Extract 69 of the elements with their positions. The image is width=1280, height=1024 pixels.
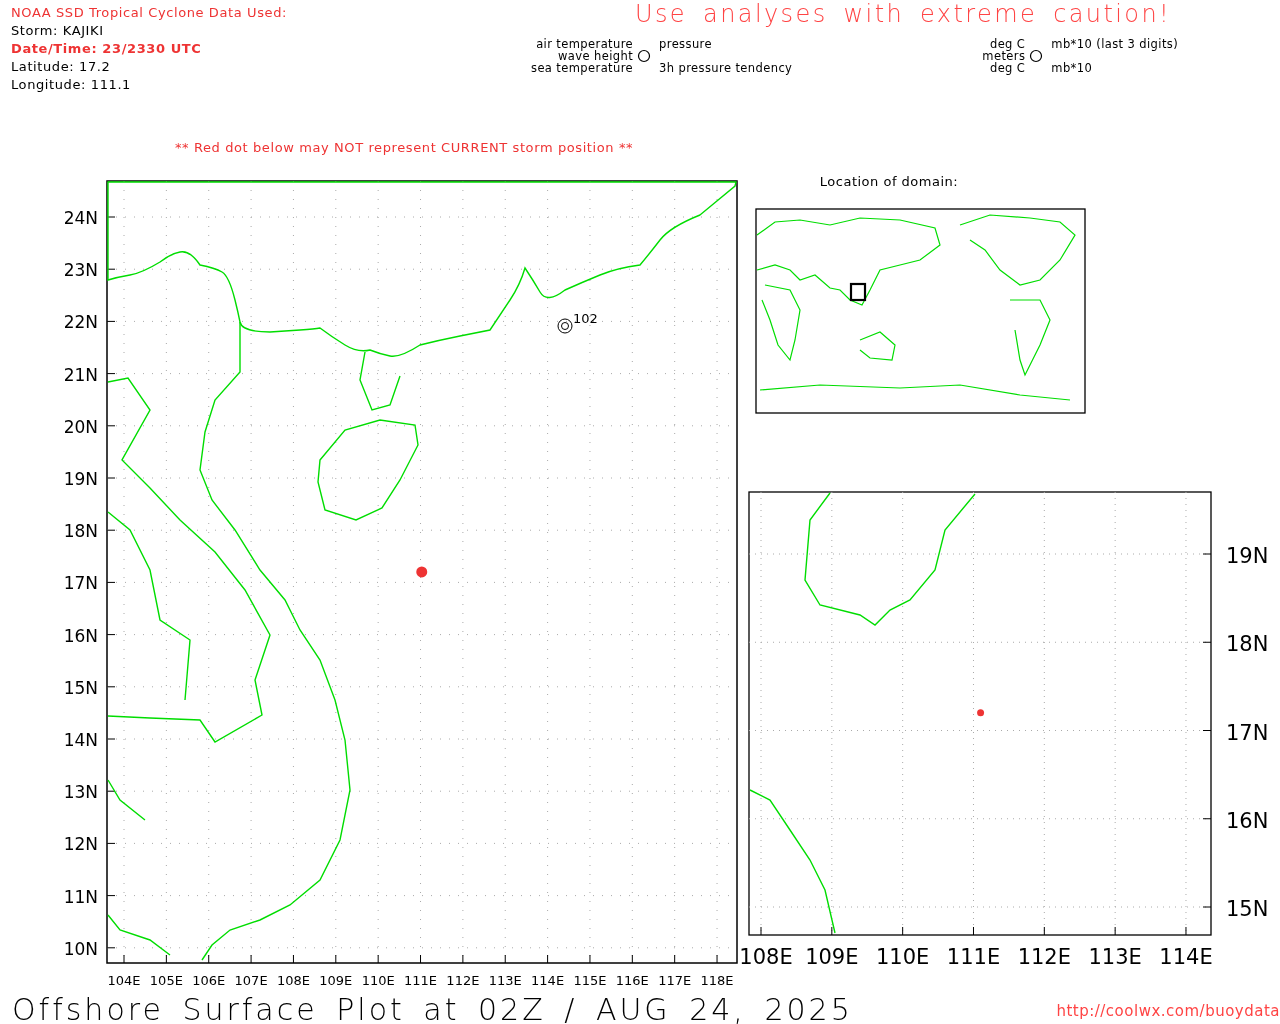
latitude-label: 16N — [1226, 808, 1269, 833]
legend-text: 3h pressure tendency — [659, 62, 793, 74]
latitude-label: 19N — [63, 469, 98, 489]
latitude-label: 15N — [63, 677, 98, 698]
longitude-label: 118E — [700, 973, 734, 988]
domain-map-title: Location of domain: — [819, 174, 959, 189]
longitude-label: 116E — [615, 973, 649, 988]
storm-name: Storm: KAJIKI — [11, 22, 105, 40]
station-marker-icon — [557, 318, 573, 334]
legend-text: wave height — [558, 50, 634, 62]
legend-text: mb*10 (last 3 digits) — [1051, 38, 1179, 50]
latitude-label: 19N — [1226, 544, 1269, 568]
longitude-label: 107E — [234, 973, 268, 988]
latitude-label: 13N — [63, 782, 98, 803]
latitude-label: 11N — [63, 886, 98, 907]
latitude-label: 17N — [1226, 720, 1269, 745]
longitude-label: 109E — [805, 945, 859, 969]
longitude-label: 112E — [446, 973, 480, 988]
legend-text: pressure — [659, 38, 713, 50]
source-link[interactable]: http://coolwx.com/buoydata — [1056, 1002, 1280, 1024]
latitude-label: 21N — [63, 364, 98, 385]
caution-heading: Use analyses with extreme caution! — [635, 0, 1173, 30]
longitude-label: 104E — [107, 973, 141, 988]
longitude-label: 114E — [1159, 945, 1213, 969]
legend-text: deg C — [989, 38, 1026, 50]
longitude-label: 109E — [319, 973, 353, 988]
warning-note: ** Red dot below may NOT represent CURRENT storm position ** — [174, 140, 635, 157]
longitude-label: 108E — [276, 973, 310, 988]
station-circle-icon — [637, 49, 652, 63]
storm-position-dot — [977, 709, 985, 717]
source-title: NOAA SSD Tropical Cyclone Data Used: — [11, 4, 288, 22]
latitude-label: 18N — [63, 521, 98, 542]
longitude-label: 111E — [404, 973, 438, 988]
longitude-label: 105E — [149, 973, 183, 988]
longitude-label: 117E — [658, 973, 692, 988]
legend-text: air temperature — [536, 38, 634, 50]
longitude-label: 113E — [1088, 945, 1142, 969]
date-time: Date/Time: 23/2330 UTC — [11, 40, 203, 58]
longitude-label: 114E — [531, 973, 565, 988]
legend-text: sea temperature — [531, 62, 634, 74]
domain-box-icon — [849, 282, 867, 302]
latitude-text: Latitude: 17.2 — [11, 58, 112, 76]
station-circle-icon — [1029, 49, 1044, 63]
legend-text: mb*10 — [1051, 62, 1094, 74]
latitude-label: 16N — [63, 625, 98, 646]
latitude-label: 22N — [63, 312, 98, 333]
latitude-label: 24N — [63, 208, 98, 228]
latitude-label: 20N — [63, 416, 98, 437]
storm-position-dot — [416, 566, 428, 578]
longitude-label: 108E — [739, 945, 793, 969]
plot-title: Offshore Surface Plot at 02Z / AUG 24, 2025 — [12, 995, 853, 1024]
latitude-label: 17N — [63, 573, 98, 594]
longitude-label: 112E — [1017, 945, 1071, 969]
legend-text: deg C — [989, 62, 1026, 74]
legend-text: meters — [982, 50, 1026, 62]
station-label: 102 — [573, 311, 598, 326]
longitude-label: 113E — [488, 973, 522, 988]
latitude-label: 18N — [1226, 632, 1269, 657]
longitude-label: 115E — [573, 973, 607, 988]
longitude-label: 111E — [946, 945, 1001, 969]
longitude-label: 110E — [876, 945, 930, 969]
longitude-label: 110E — [361, 973, 395, 988]
latitude-label: 12N — [63, 834, 98, 855]
longitude-text: Longitude: 111.1 — [11, 76, 132, 94]
latitude-label: 14N — [63, 730, 98, 750]
latitude-label: 10N — [63, 938, 98, 959]
latitude-label: 23N — [63, 260, 98, 281]
latitude-label: 15N — [1226, 897, 1269, 921]
longitude-label: 106E — [192, 973, 226, 988]
